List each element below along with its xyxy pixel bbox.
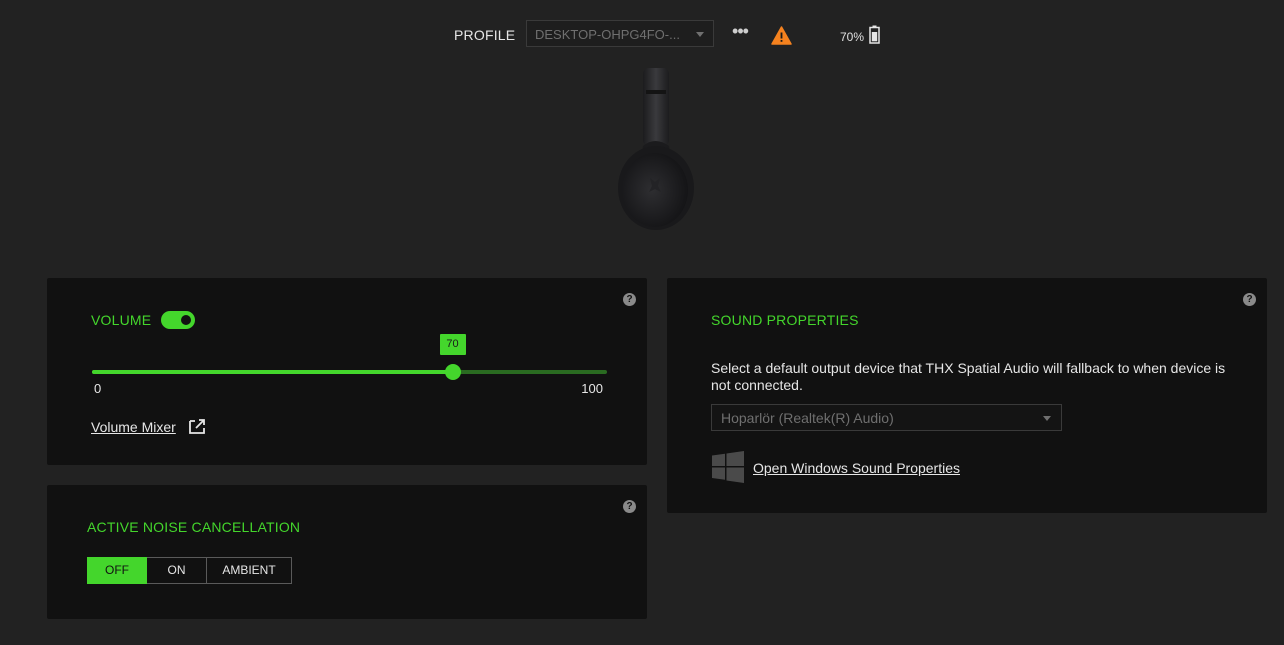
anc-on-button[interactable]: ON xyxy=(147,557,207,584)
help-icon[interactable]: ? xyxy=(623,500,636,513)
windows-logo-icon xyxy=(712,451,744,483)
help-icon[interactable]: ? xyxy=(1243,293,1256,306)
more-options-button[interactable]: ••• xyxy=(730,21,750,44)
volume-value-tooltip: 70 xyxy=(439,334,466,355)
sound-properties-title: SOUND PROPERTIES xyxy=(711,312,859,328)
anc-off-button[interactable]: OFF xyxy=(87,557,147,584)
open-windows-sound-link[interactable]: Open Windows Sound Properties xyxy=(753,460,960,476)
profile-select[interactable]: DESKTOP-OHPG4FO-... xyxy=(526,20,714,47)
volume-slider-thumb[interactable] xyxy=(444,364,461,380)
anc-mode-selector: OFF ON AMBIENT xyxy=(87,557,292,584)
volume-panel: ? VOLUME 70 0 100 Volume Mixer xyxy=(47,278,647,465)
volume-slider-fill xyxy=(92,370,453,374)
volume-max-label: 100 xyxy=(581,381,603,396)
chevron-down-icon xyxy=(1043,416,1051,421)
volume-toggle[interactable] xyxy=(161,311,195,329)
anc-ambient-button[interactable]: AMBIENT xyxy=(207,557,292,584)
output-device-select[interactable]: Hoparlör (Realtek(R) Audio) xyxy=(711,404,1062,431)
top-bar: PROFILE DESKTOP-OHPG4FO-... ••• 70% xyxy=(0,20,1284,50)
sound-properties-description: Select a default output device that THX … xyxy=(711,360,1226,393)
volume-mixer-link[interactable]: Volume Mixer xyxy=(91,419,176,435)
anc-title: ACTIVE NOISE CANCELLATION xyxy=(87,519,301,535)
help-icon[interactable]: ? xyxy=(623,293,636,306)
battery-icon xyxy=(869,25,880,44)
volume-min-label: 0 xyxy=(94,381,102,396)
warning-triangle-icon[interactable] xyxy=(771,26,792,45)
output-device-value: Hoparlör (Realtek(R) Audio) xyxy=(721,410,894,426)
profile-label: PROFILE xyxy=(454,27,516,43)
anc-panel: ? ACTIVE NOISE CANCELLATION OFF ON AMBIE… xyxy=(47,485,647,619)
headset-image xyxy=(618,68,694,230)
chevron-down-icon xyxy=(696,32,704,37)
battery-percentage: 70% xyxy=(840,30,865,44)
volume-slider[interactable]: 70 xyxy=(92,334,607,380)
more-dots-icon: ••• xyxy=(732,21,749,41)
volume-title: VOLUME xyxy=(91,312,152,328)
external-link-icon[interactable] xyxy=(188,418,206,434)
sound-properties-panel: ? SOUND PROPERTIES Select a default outp… xyxy=(667,278,1267,513)
toggle-knob xyxy=(179,313,193,327)
profile-select-value: DESKTOP-OHPG4FO-... xyxy=(535,27,680,42)
